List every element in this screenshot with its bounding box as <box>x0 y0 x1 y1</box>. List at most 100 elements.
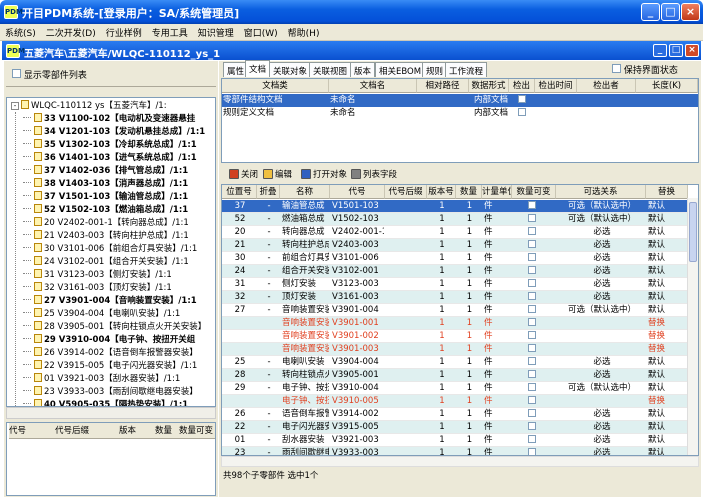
menu-item[interactable]: 帮助(H) <box>283 24 325 39</box>
bom-row[interactable]: 28 - 转向柱锁点火开关安装V3905-001 1 1 件 必选 默认 <box>222 369 688 382</box>
bom-row[interactable]: 22 - 电子闪光器安装V3915-005 1 1 件 必选 默认 <box>222 421 688 434</box>
mdi-restore-button[interactable]: □ <box>669 44 683 57</box>
tree-item[interactable]: 35 V1302-103【冷却系统总成】/1:1 <box>23 139 197 152</box>
tree-item[interactable]: 22 V3915-005【电子闪光器安装】/1:1 <box>23 360 197 373</box>
variable-qty-checkbox[interactable] <box>528 227 536 235</box>
bom-row[interactable]: 24 - 组合开关安装 V3102-001 1 1 件 必选 默认 <box>222 265 688 278</box>
checkbox-box[interactable] <box>612 64 621 73</box>
tree-item[interactable]: 38 V1403-103【消声器总成】/1:1 <box>23 178 188 191</box>
variable-qty-checkbox[interactable] <box>528 318 536 326</box>
checkbox-box[interactable] <box>12 69 21 78</box>
bom-column-header[interactable]: 代号后缀 <box>385 185 427 199</box>
list-fields-button[interactable]: 列表字段 <box>351 167 397 183</box>
tree-item[interactable]: 23 V3933-003【雨刮间歇继电器安装】 <box>23 386 198 399</box>
doc-column-header[interactable]: 检出者 <box>577 79 636 93</box>
bom-row[interactable]: 32 - 顶灯安装 V3161-003 1 1 件 必选 默认 <box>222 291 688 304</box>
tab-2[interactable]: 关联对象 <box>269 62 312 77</box>
bom-row[interactable]: 音响装置安装 V3901-003 1 1 件 替换 <box>222 343 688 356</box>
bom-row[interactable]: 30 - 前组合灯具安装V3101-006 1 1 件 必选 默认 <box>222 252 688 265</box>
menu-item[interactable]: 系统(S) <box>0 24 41 39</box>
bom-row[interactable]: 29 - 电子钟、按扭开关组V3910-004 1 1 件 可选（默认选中） 默认 <box>222 382 688 395</box>
tab-4[interactable]: 版本 <box>350 62 376 77</box>
minimize-button[interactable]: _ <box>641 3 660 21</box>
bom-column-header[interactable]: 可选关系 <box>556 185 646 199</box>
variable-qty-checkbox[interactable] <box>528 357 536 365</box>
grid-header[interactable]: 代号后缀 <box>55 423 119 439</box>
tree-item[interactable]: 37 V1501-103【输油管总成】/1:1 <box>23 191 188 204</box>
close-button[interactable]: × <box>681 3 700 21</box>
scroll-thumb[interactable] <box>689 202 697 262</box>
doc-column-header[interactable]: 文档类 <box>222 79 329 93</box>
menu-item[interactable]: 知识管理 <box>193 24 239 39</box>
part-tree[interactable]: - WLQC-110112 ys【五菱汽车】/1: 33 V1100-102【电动机… <box>6 97 216 407</box>
document-grid[interactable]: 文档类 文档名 相对路径 数据形式 检出 检出时间 检出者 长度(K) 零部件结构文档 未命名 内部… <box>221 78 699 163</box>
tree-root[interactable]: - WLQC-110112 ys【五菱汽车】/1: <box>11 100 167 113</box>
bom-column-header[interactable]: 折叠 <box>257 185 280 199</box>
variable-qty-checkbox[interactable] <box>528 422 536 430</box>
show-all-checkbox[interactable]: 显示零部件列表 <box>12 68 87 81</box>
doc-column-header[interactable]: 长度(K) <box>636 79 698 93</box>
bom-row[interactable]: 52 - 燃油箱总成 V1502-103 1 1 件 可选（默认选中） 默认 <box>222 213 688 226</box>
tab-6[interactable]: 规则 <box>422 62 448 77</box>
tree-item[interactable]: 25 V3904-004【电喇叭安装】/1:1 <box>23 308 180 321</box>
tree-item[interactable]: 31 V3123-003【侧灯安装】/1:1 <box>23 269 172 282</box>
doc-column-header[interactable]: 检出 <box>509 79 535 93</box>
bom-vertical-scrollbar[interactable] <box>687 198 698 455</box>
tab-3[interactable]: 关联视图 <box>309 62 352 77</box>
bom-row[interactable]: 电子钟、按扭开关组V3910-005 1 1 件 替换 <box>222 395 688 408</box>
variable-qty-checkbox[interactable] <box>528 448 536 455</box>
tree-item[interactable]: 33 V1100-102【电动机及变速器悬挂 <box>23 113 195 126</box>
bom-column-header[interactable]: 代号 <box>330 185 385 199</box>
bom-row[interactable]: 01 - 刮水器安装 V3921-003 1 1 件 必选 默认 <box>222 434 688 447</box>
variable-qty-checkbox[interactable] <box>528 435 536 443</box>
bom-row[interactable]: 20 - 转向器总成 V2402-001-1 1 1 件 必选 默认 <box>222 226 688 239</box>
bom-row[interactable]: 25 - 电喇叭安装 V3904-004 1 1 件 必选 默认 <box>222 356 688 369</box>
tree-item[interactable]: 34 V1201-103【发动机悬挂总成】/1:1 <box>23 126 205 139</box>
expand-toggle-icon[interactable]: - <box>11 102 19 110</box>
doc-column-header[interactable]: 检出时间 <box>535 79 577 93</box>
variable-qty-checkbox[interactable] <box>528 409 536 417</box>
bom-row[interactable]: 37 - 输油管总成 V1501-103 1 1 件 可选（默认选中） 默认 <box>222 200 688 213</box>
tree-item[interactable]: 20 V2402-001-1【转向器总成】/1:1 <box>23 217 189 230</box>
doc-row[interactable]: 规则定义文档 未命名 内部文档 <box>222 107 698 120</box>
variable-qty-checkbox[interactable] <box>528 331 536 339</box>
open-object-button[interactable]: 打开对象 <box>301 167 347 183</box>
grid-header[interactable]: 数量可变 <box>179 423 215 439</box>
variable-qty-checkbox[interactable] <box>528 266 536 274</box>
tab-1[interactable]: 文档 <box>245 60 271 77</box>
bom-horizontal-scrollbar[interactable] <box>221 456 699 467</box>
bom-column-header[interactable]: 数量 <box>456 185 482 199</box>
tree-item[interactable]: 32 V3161-003【顶灯安装】/1:1 <box>23 282 172 295</box>
tab-5[interactable]: 相关EBOM <box>375 62 426 77</box>
tree-item[interactable]: 28 V3905-001【转向柱锁点火开关安装】 <box>23 321 206 334</box>
doc-column-header[interactable]: 数据形式 <box>469 79 509 93</box>
variable-qty-checkbox[interactable] <box>528 396 536 404</box>
child-parts-grid[interactable]: 代号 代号后缀 版本 数量 数量可变 <box>6 422 216 496</box>
bom-row[interactable]: 27 - 音响装置安装 V3901-004 1 1 件 可选（默认选中） 默认 <box>222 304 688 317</box>
variable-qty-checkbox[interactable] <box>528 383 536 391</box>
tree-item[interactable]: 40 V5905-035【隔热垫安装】/1:1 <box>23 399 188 406</box>
bom-column-header[interactable]: 数量可变 <box>512 185 556 199</box>
tree-horizontal-scrollbar[interactable] <box>6 407 216 419</box>
bom-column-header[interactable]: 位置号 <box>222 185 257 199</box>
checkout-checkbox[interactable] <box>518 108 526 116</box>
tab-7[interactable]: 工作流程 <box>445 62 488 77</box>
doc-column-header[interactable]: 文档名 <box>329 79 417 93</box>
mdi-minimize-button[interactable]: _ <box>653 44 667 57</box>
doc-row[interactable]: 零部件结构文档 未命名 内部文档 <box>222 94 698 107</box>
menu-item[interactable]: 专用工具 <box>147 24 193 39</box>
checkout-checkbox[interactable] <box>518 95 526 103</box>
grid-header[interactable]: 版本 <box>119 423 155 439</box>
tree-item[interactable]: 29 V3910-004【电子钟、按扭开关组 <box>23 334 195 347</box>
variable-qty-checkbox[interactable] <box>528 214 536 222</box>
variable-qty-checkbox[interactable] <box>528 370 536 378</box>
variable-qty-checkbox[interactable] <box>528 344 536 352</box>
tree-item[interactable]: 01 V3921-003【刮水器安装】/1:1 <box>23 373 180 386</box>
bom-row[interactable]: 31 - 侧灯安装 V3123-003 1 1 件 必选 默认 <box>222 278 688 291</box>
tree-item[interactable]: 30 V3101-006【前组合灯具安装】/1:1 <box>23 243 197 256</box>
bom-row[interactable]: 23 - 雨刮间歇继电器安装V3933-003 1 1 件 必选 默认 <box>222 447 688 455</box>
maximize-button[interactable]: □ <box>661 3 680 21</box>
tree-item[interactable]: 26 V3914-002【语音倒车报警器安装】 <box>23 347 198 360</box>
bom-column-header[interactable]: 版本号 <box>427 185 456 199</box>
tree-item[interactable]: 24 V3102-001【组合开关安装】/1:1 <box>23 256 189 269</box>
